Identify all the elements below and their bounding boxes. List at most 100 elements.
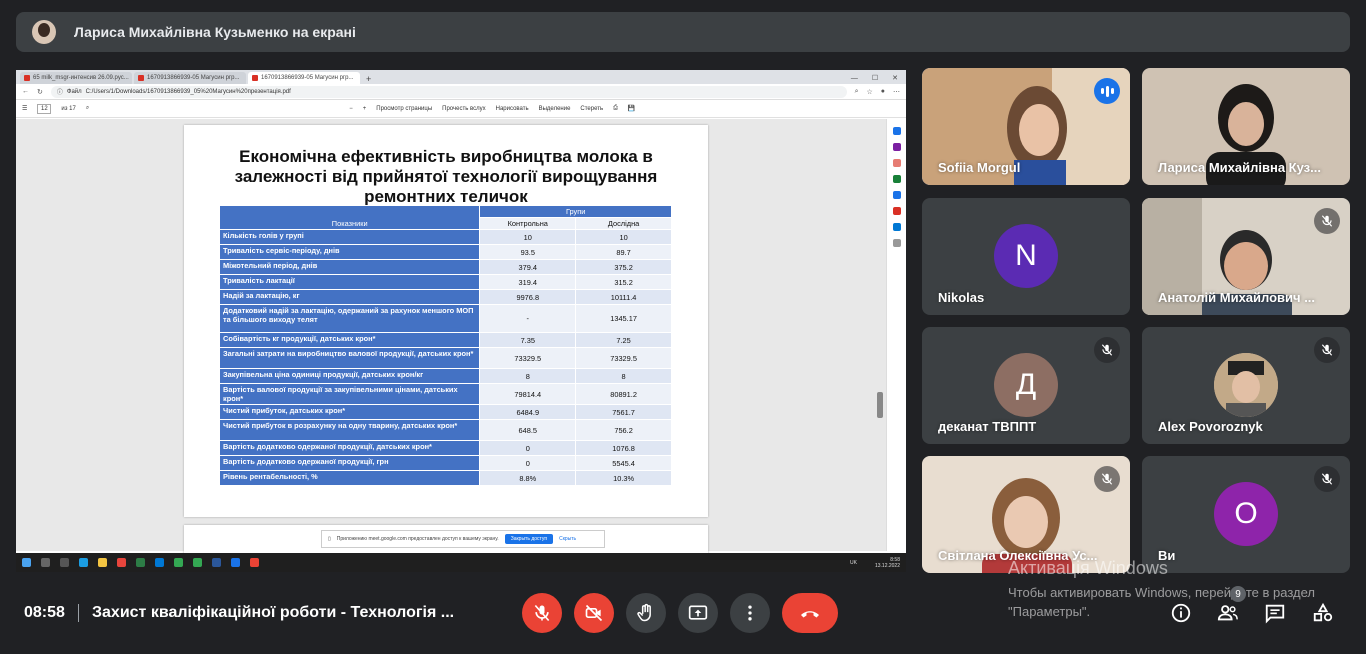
experimental-value: 7.25 [575, 332, 672, 348]
control-value: 79814.4 [479, 383, 577, 405]
control-value: 6484.9 [479, 404, 577, 420]
participant-tile[interactable]: N Nikolas [922, 198, 1130, 315]
edge-icon[interactable] [79, 558, 88, 567]
new-tab-icon[interactable]: + [366, 74, 371, 84]
task-view-icon[interactable] [60, 558, 69, 567]
read-aloud-button[interactable]: Прочесть вслух [442, 106, 485, 112]
participant-tile[interactable]: Alex Povoroznyk [1142, 327, 1350, 444]
zoom-out-icon[interactable]: − [349, 106, 353, 112]
reload-icon[interactable]: ↻ [37, 88, 43, 96]
table-row: Вартість валової продукції за закупівель… [218, 383, 672, 405]
menu-icon[interactable]: ⋯ [893, 88, 900, 96]
row-label: Міжотельний період, днів [218, 259, 481, 275]
mic-off-icon [1314, 466, 1340, 492]
mic-off-icon [534, 604, 550, 622]
search-icon[interactable] [892, 127, 901, 135]
participant-name: Sofiia Morgul [938, 160, 1021, 175]
zoom-icon[interactable]: ⌕ [855, 88, 859, 96]
page-view-button[interactable]: Просмотр страницы [376, 106, 432, 112]
table-row: Тривалість сервіс-періоду, днів 93.5 89.7 [218, 244, 672, 260]
folder-icon[interactable] [98, 558, 107, 567]
present-icon [688, 605, 708, 620]
app-icon[interactable] [136, 558, 145, 567]
outlook-icon[interactable] [892, 223, 901, 231]
windows-taskbar: UK 8:58 13.12.2022 [16, 553, 906, 572]
minimize-icon[interactable]: — [851, 75, 858, 82]
search-icon[interactable]: ⌕ [86, 105, 89, 112]
hang-up-icon [801, 611, 819, 618]
row-label: Тривалість сервіс-періоду, днів [218, 244, 481, 260]
erase-button[interactable]: Стереть [580, 106, 603, 112]
games-icon[interactable] [892, 175, 901, 183]
presenter-label: Лариса Михайлівна Кузьменко на екрані [74, 24, 356, 40]
pdf-viewer[interactable]: Економічна ефективність виробництва моло… [16, 119, 886, 555]
profile-icon[interactable]: ● [881, 88, 885, 95]
participant-tile[interactable]: Sofiia Morgul [922, 68, 1130, 185]
search-icon[interactable] [41, 558, 50, 567]
app-icon[interactable] [117, 558, 126, 567]
table-row: Чистий прибуток, датських крон* 6484.9 756… [218, 404, 672, 420]
browser-tab[interactable]: 65 milk_msgr-интенсив 26.09.рус... [20, 72, 132, 84]
experimental-value: 756.2 [575, 419, 672, 441]
draw-button[interactable]: Нарисовать [496, 106, 529, 112]
maximize-icon[interactable]: ☐ [872, 74, 878, 82]
participant-tile[interactable]: Лариса Михайлівна Куз... [1142, 68, 1350, 185]
copilot-icon[interactable] [892, 143, 901, 151]
save-icon[interactable]: 💾 [628, 105, 635, 112]
tools-icon[interactable] [892, 159, 901, 167]
participant-tile[interactable]: Д деканат ТВППТ [922, 327, 1130, 444]
zoom-in-icon[interactable]: + [363, 106, 367, 112]
print-icon[interactable]: ⎙ [613, 105, 618, 112]
control-value: - [479, 304, 577, 333]
participant-tile[interactable]: Анатолій Михайлович ... [1142, 198, 1350, 315]
camera-toggle-button[interactable] [574, 593, 614, 633]
table-row: Собівартість кг продукції, датських крон… [218, 332, 672, 348]
close-icon[interactable]: ✕ [892, 74, 898, 82]
stop-sharing-button[interactable]: Закрыть доступ [504, 534, 554, 544]
control-value: 73329.5 [479, 347, 577, 369]
hide-link[interactable]: Скрыть [559, 536, 576, 542]
add-icon[interactable] [892, 239, 901, 247]
favorite-icon[interactable]: ☆ [866, 88, 872, 96]
office-icon[interactable] [892, 207, 901, 215]
row-label: Вартість додатково одержаної продукції, … [218, 440, 481, 456]
table-row: Кількість голів у групі 10 10 [218, 229, 672, 245]
present-screen-button[interactable] [678, 593, 718, 633]
participant-tile[interactable]: Світлана Олексіївна Ус... [922, 456, 1130, 573]
contents-icon[interactable]: ☰ [22, 105, 27, 112]
experimental-value: 73329.5 [575, 347, 672, 369]
app-icon[interactable] [231, 558, 240, 567]
experimental-value: 89.7 [575, 244, 672, 260]
url-field[interactable]: ⓘ Файл C:/Users/1/Downloads/167091386693… [50, 85, 847, 98]
mail-icon[interactable] [155, 558, 164, 567]
activities-button[interactable] [1310, 600, 1336, 626]
chrome-icon[interactable] [250, 558, 259, 567]
chat-button[interactable] [1262, 600, 1288, 626]
mic-toggle-button[interactable] [522, 593, 562, 633]
leave-call-button[interactable] [782, 593, 838, 633]
more-options-button[interactable] [730, 593, 770, 633]
participant-tile-self[interactable]: О Ви [1142, 456, 1350, 573]
control-value: 648.5 [479, 419, 577, 441]
back-icon[interactable]: ← [22, 88, 29, 95]
notification-icon: ▯ [328, 536, 331, 542]
meeting-details-button[interactable] [1168, 600, 1194, 626]
word-icon[interactable] [212, 558, 221, 567]
people-button[interactable] [1215, 600, 1241, 626]
highlight-button[interactable]: Выделение [539, 106, 571, 112]
raise-hand-button[interactable] [626, 593, 666, 633]
chrome-icon[interactable] [193, 558, 202, 567]
mic-off-icon [1094, 337, 1120, 363]
scrollbar-thumb[interactable] [877, 392, 883, 418]
chrome-icon[interactable] [174, 558, 183, 567]
experimental-value: 10111.4 [575, 289, 672, 305]
control-value: 0 [479, 455, 577, 471]
meeting-time: 08:58 [24, 604, 65, 621]
office-icon[interactable] [892, 191, 901, 199]
taskbar-clock[interactable]: 8:58 13.12.2022 [875, 557, 900, 569]
browser-tab[interactable]: 1670913866939-05 Магусин ргр... [134, 72, 246, 84]
start-icon[interactable] [22, 558, 31, 567]
tray-language[interactable]: UK [850, 560, 857, 566]
browser-tab-active[interactable]: 1670913866939-05 Магусин ргр... [248, 72, 360, 84]
page-number-input[interactable]: 12 [37, 103, 52, 114]
